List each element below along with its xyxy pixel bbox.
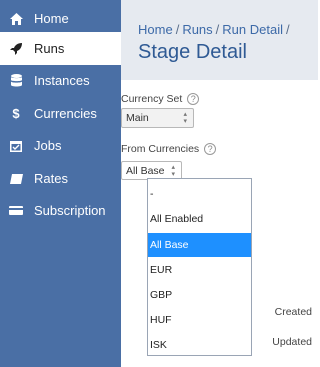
from-currencies-value: All Base [126,164,165,177]
calendar-check-icon [9,139,23,153]
rocket-icon [9,42,23,56]
breadcrumb: Home / Runs / Run Detail / [138,22,293,37]
breadcrumb-home[interactable]: Home [138,22,173,37]
dropdown-option[interactable]: - [148,182,251,206]
home-icon [9,12,23,26]
help-icon[interactable]: ? [204,143,217,155]
dollar-icon: $ [12,106,20,121]
help-icon[interactable]: ? [187,93,200,105]
sidebar: Home Runs Instances $ Currencies Jobs Ra… [0,0,121,367]
sidebar-item-label: Instances [34,73,90,88]
sidebar-item-rates[interactable]: Rates [0,162,121,195]
sidebar-item-runs[interactable]: Runs [0,32,121,65]
from-currencies-label: From Currencies ? [121,143,217,155]
dropdown-option[interactable]: ISK [148,333,251,357]
currency-set-value: Main [126,112,149,124]
sidebar-item-label: Runs [34,41,65,56]
currency-set-label: Currency Set ? [121,93,200,105]
breadcrumb-separator: / [215,22,220,37]
dropdown-option[interactable]: GBP [148,283,251,307]
sidebar-item-label: Rates [34,171,68,186]
sidebar-item-label: Home [34,11,69,26]
sidebar-item-label: Subscription [34,203,106,218]
sidebar-item-instances[interactable]: Instances [0,64,121,97]
dropdown-option[interactable]: All Enabled [148,207,251,231]
page-header: Home / Runs / Run Detail / Stage Detail [121,0,318,80]
breadcrumb-separator: / [286,22,290,37]
sidebar-item-currencies[interactable]: $ Currencies [0,97,121,130]
created-label: Created [274,306,312,318]
select-arrows-icon: ▴ ▾ [171,163,175,178]
dropdown-option[interactable]: HUF [148,308,251,332]
sidebar-item-label: Currencies [34,106,97,121]
sidebar-item-label: Jobs [34,138,62,153]
page-title: Stage Detail [138,41,247,63]
tag-icon [9,172,23,186]
currency-set-select[interactable]: Main ▴ ▾ [121,108,194,128]
updated-label: Updated [272,336,312,348]
from-currencies-dropdown: - All Enabled All Base EUR GBP HUF ISK [147,178,252,356]
select-arrows-icon: ▴ ▾ [183,111,187,125]
database-icon [9,74,23,88]
currency-set-label-text: Currency Set [121,93,183,105]
from-currencies-label-text: From Currencies [121,143,200,155]
card-icon [9,204,23,218]
sidebar-item-subscription[interactable]: Subscription [0,194,121,227]
breadcrumb-separator: / [175,22,180,37]
sidebar-item-home[interactable]: Home [0,2,121,35]
breadcrumb-runs[interactable]: Runs [182,22,212,37]
breadcrumb-run-detail[interactable]: Run Detail [222,22,283,37]
dropdown-option-selected[interactable]: All Base [148,233,251,257]
sidebar-item-jobs[interactable]: Jobs [0,129,121,162]
dropdown-option[interactable]: EUR [148,258,251,282]
